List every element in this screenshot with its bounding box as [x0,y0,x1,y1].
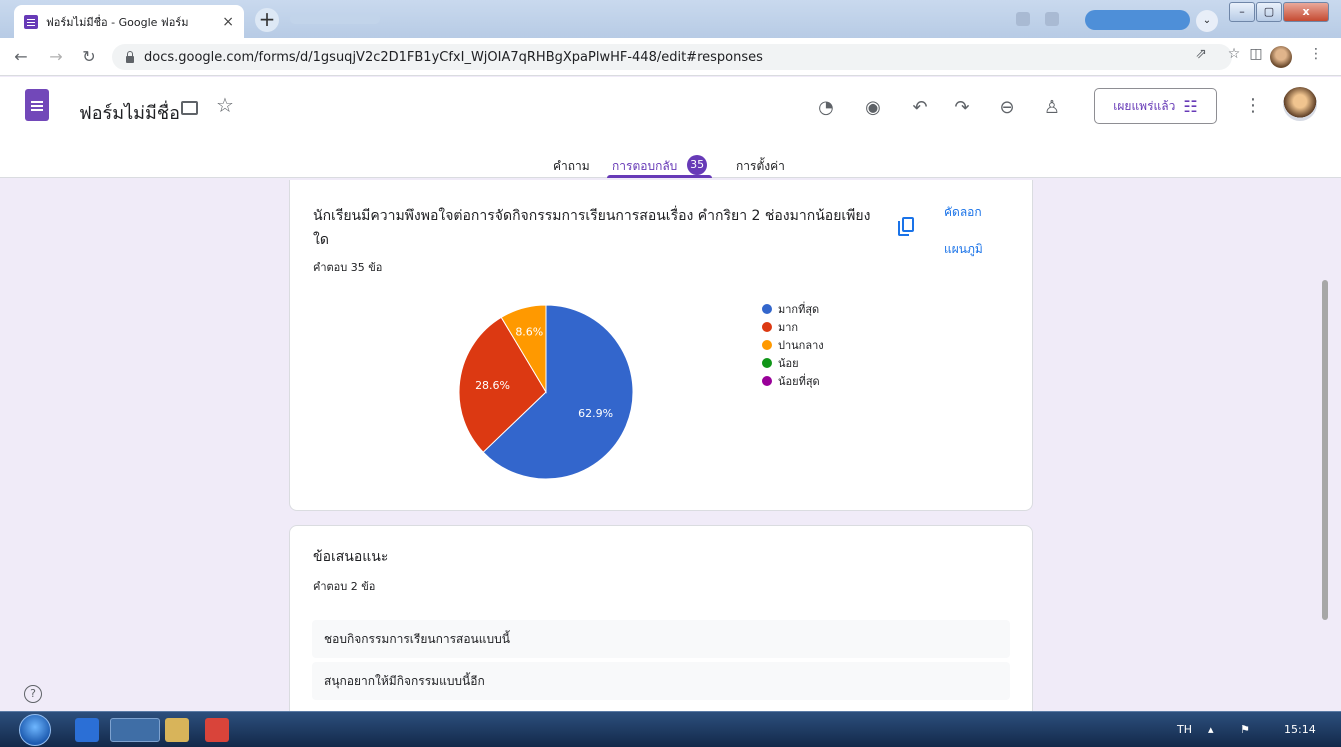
text-response: สนุกอยากให้มีกิจกรรมแบบนี้อีก [312,662,1010,700]
redo-icon[interactable]: ↷ [949,95,975,121]
browser-tab-title: ฟอร์มไม่มีชื่อ - Google ฟอร์ม [46,15,189,29]
tune-icon: ☷ [1183,96,1198,116]
link-icon[interactable]: ⊖ [994,95,1020,121]
window-close-button[interactable]: x [1283,2,1329,22]
action-center-flag-icon[interactable]: ⚑ [1240,723,1250,736]
legend-item: มากที่สุด [762,300,824,318]
response-count-badge: 35 [687,155,708,175]
profile-chip[interactable] [1085,10,1190,30]
page-scrollbar[interactable] [1322,280,1328,620]
browser-profile-avatar[interactable] [1270,46,1292,68]
google-forms-favicon-icon [24,14,38,29]
pie-slice-label: 62.9% [578,407,613,420]
preview-eye-icon[interactable]: ◉ [860,95,886,121]
published-label: เผยแพร่แล้ว [1113,98,1176,113]
taskbar-explorer-icon[interactable] [165,718,189,742]
extension-icon[interactable] [1045,12,1059,26]
browser-tab-strip: ฟอร์มไม่มีชื่อ - Google ฟอร์ม × + ⌄ – ▢ … [0,0,1341,38]
legend-label: มากที่สุด [778,303,820,316]
extension-icon[interactable] [1016,12,1030,26]
legend-label: น้อย [778,357,799,370]
legend-swatch [762,322,772,332]
side-panel-icon[interactable]: ◫ [1245,46,1267,62]
response-count: คำตอบ 2 ข้อ [313,580,376,593]
input-language-indicator[interactable]: TH [1177,723,1192,736]
pie-chart: 62.9% 28.6% 8.6% [458,304,634,480]
tab-close-icon[interactable]: × [222,14,234,30]
chart-legend: มากที่สุด มาก ปานกลาง น้อย น้อยที่สุด [762,300,824,390]
back-arrow-icon[interactable]: ← [10,46,32,68]
show-hidden-icons-icon[interactable]: ▴ [1208,723,1214,736]
window-maximize-button[interactable]: ▢ [1256,2,1282,22]
url-text: docs.google.com/forms/d/1gsuqjV2c2D1FB1y… [144,49,763,65]
legend-label: มาก [778,321,799,334]
browser-menu-icon[interactable]: ⋮ [1305,46,1327,62]
legend-label: ปานกลาง [778,339,824,352]
form-tabs: คำถาม การตอบกลับ 35 การตั้งค่า [0,152,1341,178]
browser-tab[interactable]: ฟอร์มไม่มีชื่อ - Google ฟอร์ม × [14,5,244,38]
question-summary-card: นักเรียนมีความพึงพอใจต่อการจัดกิจกรรมการ… [289,180,1033,511]
windows-start-button[interactable] [19,714,51,746]
folder-icon[interactable] [181,101,198,115]
google-forms-logo-icon[interactable] [25,89,49,121]
help-icon[interactable]: ? [24,685,42,703]
legend-item: น้อยที่สุด [762,372,824,390]
legend-swatch [762,340,772,350]
tab-search-chevron-down-icon[interactable]: ⌄ [1196,10,1218,32]
blurred-tab-area [290,14,380,24]
legend-item: ปานกลาง [762,336,824,354]
system-clock[interactable]: 15:14 [1284,723,1316,736]
palette-icon[interactable]: ◔ [813,95,839,121]
legend-swatch [762,376,772,386]
bookmark-star-icon[interactable]: ☆ [1223,46,1245,62]
reload-icon[interactable]: ↻ [78,46,100,68]
legend-swatch [762,358,772,368]
star-icon[interactable]: ☆ [216,93,234,117]
legend-label: น้อยที่สุด [778,375,820,388]
windows-taskbar: TH ▴ ⚑ 15:14 [0,711,1341,747]
lock-icon [126,50,134,63]
user-avatar[interactable] [1283,87,1317,121]
pie-slice-label: 28.6% [475,379,510,392]
tab-responses[interactable]: การตอบกลับ 35 [606,152,713,178]
legend-swatch [762,304,772,314]
tab-responses-label: การตอบกลับ [612,159,678,173]
address-bar: ← → ↻ docs.google.com/forms/d/1gsuqjV2c2… [0,38,1341,76]
forward-arrow-icon[interactable]: → [45,46,67,68]
new-tab-button[interactable]: + [255,8,279,32]
text-response: ชอบกิจกรรมการเรียนการสอนแบบนี้ [312,620,1010,658]
url-field[interactable]: docs.google.com/forms/d/1gsuqjV2c2D1FB1y… [112,44,1232,70]
window-minimize-button[interactable]: – [1229,2,1255,22]
legend-item: มาก [762,318,824,336]
legend-item: น้อย [762,354,824,372]
taskbar-wps-icon[interactable] [205,718,229,742]
taskbar-app-icon[interactable] [75,718,99,742]
published-button[interactable]: เผยแพร่แล้ว ☷ [1094,88,1217,124]
pie-slice-label: 8.6% [515,326,543,339]
form-title[interactable]: ฟอร์มไม่มีชื่อ [79,98,180,127]
share-icon[interactable]: ⇗ [1190,46,1212,62]
forms-header: ฟอร์มไม่มีชื่อ ☆ ◔ ◉ ↶ ↷ ⊖ ♙ เผยแพร่แล้ว… [0,77,1341,178]
suggestions-card: ข้อเสนอแนะ คำตอบ 2 ข้อ ชอบกิจกรรมการเรีย… [289,525,1033,725]
more-options-icon[interactable]: ⋮ [1244,95,1262,116]
add-collaborator-icon[interactable]: ♙ [1039,95,1065,121]
undo-icon[interactable]: ↶ [907,95,933,121]
taskbar-chrome-icon[interactable] [110,718,160,742]
question-title: ข้อเสนอแนะ [313,549,389,565]
